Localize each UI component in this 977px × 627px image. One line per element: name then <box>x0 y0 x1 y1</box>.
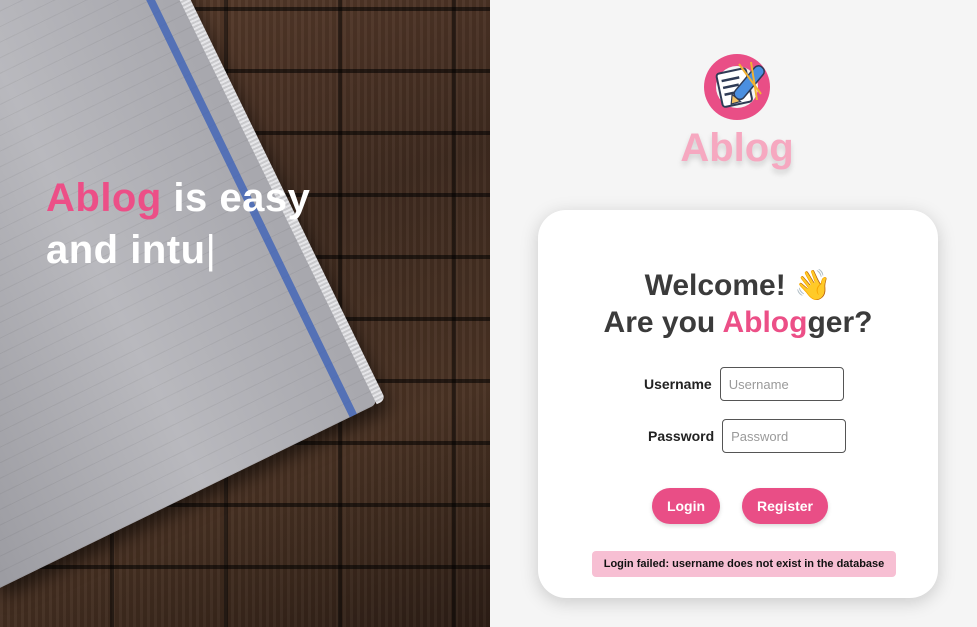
password-input[interactable] <box>722 419 847 453</box>
notebook-pencil-logo-icon <box>701 50 773 122</box>
question-accent: Ablog <box>722 306 808 339</box>
login-button[interactable]: Login <box>652 488 720 524</box>
brand-name: Ablog <box>680 126 794 170</box>
username-label: Username <box>644 376 712 392</box>
notebook-image <box>0 0 386 592</box>
question-prefix: Are you <box>603 306 723 339</box>
login-card: Welcome! 👋 Are you Ablogger? Username Pa… <box>538 210 938 598</box>
brand: Ablog <box>672 50 802 171</box>
welcome-heading: Welcome! 👋 <box>538 268 938 303</box>
question-suffix: ger? <box>807 306 873 339</box>
typing-cursor: | <box>205 228 217 272</box>
wave-icon: 👋 <box>794 269 832 302</box>
password-row: Password <box>648 419 847 453</box>
hero-line2: and intu <box>46 228 206 272</box>
username-row: Username <box>644 367 844 401</box>
register-button[interactable]: Register <box>742 488 828 524</box>
password-label: Password <box>648 428 715 444</box>
hero-accent-word: Ablog <box>46 176 162 220</box>
error-message: Login failed: username does not exist in… <box>592 551 896 577</box>
welcome-text: Welcome! <box>644 269 786 302</box>
hero-line1: is easy <box>161 176 311 220</box>
hero-typing-text: Ablog is easy and intu| <box>46 172 310 276</box>
hero-panel: Ablog is easy and intu| <box>0 0 490 627</box>
username-input[interactable] <box>719 367 844 401</box>
question-heading: Are you Ablogger? <box>538 306 938 340</box>
